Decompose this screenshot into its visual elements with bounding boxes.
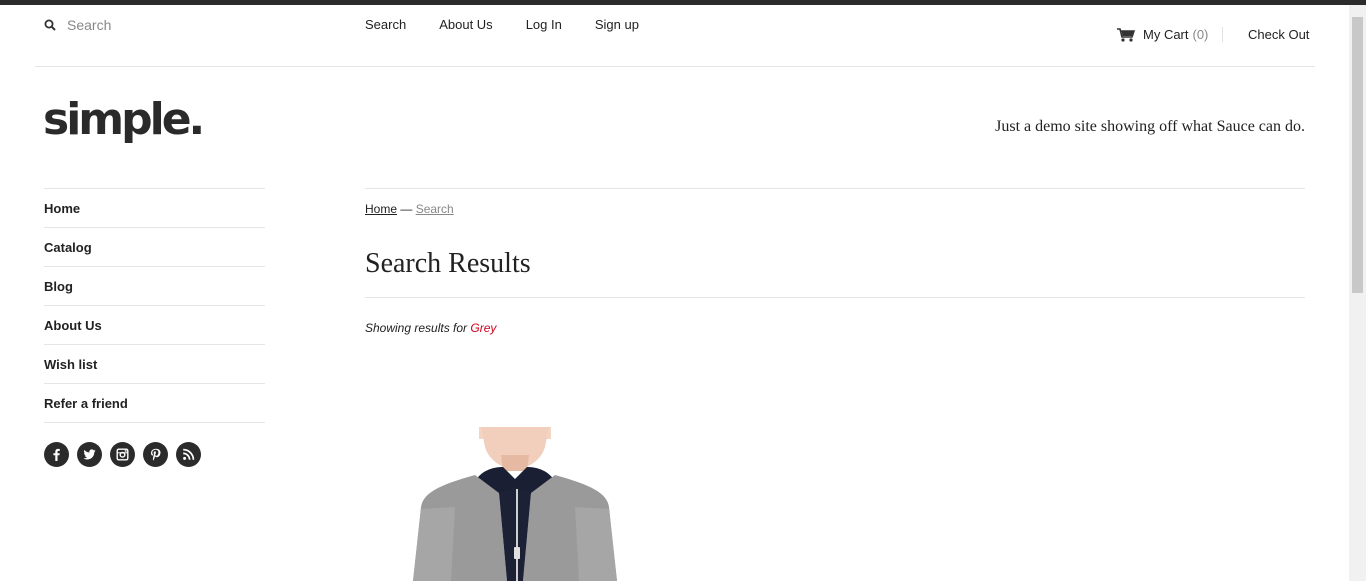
sidebar-link-home[interactable]: Home [44, 201, 80, 216]
sidebar-item-home: Home [44, 189, 265, 228]
sidebar-link-catalog[interactable]: Catalog [44, 240, 92, 255]
sidebar-item-wish-list: Wish list [44, 345, 265, 384]
breadcrumb: Home — Search [365, 202, 454, 216]
top-stripe [0, 0, 1366, 5]
sidebar-link-about-us[interactable]: About Us [44, 318, 102, 333]
results-summary: Showing results for Grey [365, 321, 496, 335]
twitter-icon[interactable] [77, 442, 102, 467]
site-tagline: Just a demo site showing off what Sauce … [995, 118, 1305, 135]
cart-icon [1117, 27, 1135, 42]
top-nav-sign-up[interactable]: Sign up [595, 17, 639, 32]
rss-icon[interactable] [176, 442, 201, 467]
sidebar-link-refer-a-friend[interactable]: Refer a friend [44, 396, 128, 411]
sidebar-link-blog[interactable]: Blog [44, 279, 73, 294]
breadcrumb-home[interactable]: Home [365, 202, 397, 216]
title-divider [365, 297, 1305, 298]
top-nav: Search About Us Log In Sign up [365, 17, 639, 32]
site-logo[interactable]: simple. [43, 94, 205, 145]
sidebar-item-refer-a-friend: Refer a friend [44, 384, 265, 423]
sidebar-nav: Home Catalog Blog About Us Wish list Ref… [44, 188, 265, 423]
cart-divider [1222, 27, 1223, 42]
pinterest-icon[interactable] [143, 442, 168, 467]
content-top-divider [365, 188, 1305, 189]
sidebar-item-blog: Blog [44, 267, 265, 306]
facebook-icon[interactable] [44, 442, 69, 467]
checkout-link[interactable]: Check Out [1248, 27, 1309, 42]
header-divider [35, 66, 1315, 67]
instagram-icon[interactable] [110, 442, 135, 467]
cart-label: My Cart [1143, 27, 1189, 42]
page-scrollbar[interactable] [1349, 5, 1366, 581]
page-title: Search Results [365, 248, 531, 279]
results-prefix: Showing results for [365, 321, 468, 335]
breadcrumb-current[interactable]: Search [416, 202, 454, 216]
search-term: Grey [470, 321, 497, 335]
top-nav-log-in[interactable]: Log In [526, 17, 562, 32]
top-nav-about-us[interactable]: About Us [439, 17, 492, 32]
search-input[interactable] [65, 16, 289, 34]
sidebar-link-wish-list[interactable]: Wish list [44, 357, 97, 372]
product-image[interactable] [395, 427, 635, 581]
search-icon[interactable] [44, 19, 56, 31]
top-nav-search[interactable]: Search [365, 17, 406, 32]
cart-link[interactable]: My Cart (0) [1117, 27, 1208, 42]
header-search [44, 16, 289, 34]
cart-count: (0) [1192, 27, 1209, 42]
social-links [44, 442, 201, 467]
sidebar-item-about-us: About Us [44, 306, 265, 345]
scrollbar-thumb[interactable] [1352, 17, 1363, 293]
breadcrumb-separator: — [400, 202, 413, 216]
sidebar-item-catalog: Catalog [44, 228, 265, 267]
